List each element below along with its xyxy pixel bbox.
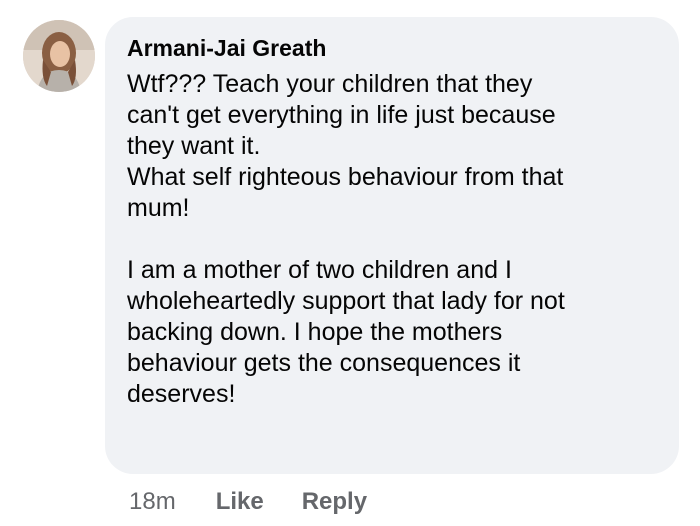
avatar[interactable] xyxy=(23,20,95,92)
timestamp[interactable]: 18m xyxy=(129,487,176,517)
reply-button[interactable]: Reply xyxy=(302,487,367,517)
comment-spacer xyxy=(127,224,659,255)
comment-screen: Armani-Jai Greath Wtf??? Teach your chil… xyxy=(0,0,700,526)
author-name[interactable]: Armani-Jai Greath xyxy=(127,34,659,62)
comment-actions: 18m Like Reply xyxy=(129,487,367,517)
comment-paragraph-1: Wtf??? Teach your children that they can… xyxy=(127,70,564,222)
like-button[interactable]: Like xyxy=(216,487,264,517)
comment-paragraph-2: I am a mother of two children and I whol… xyxy=(127,256,565,408)
profile-photo-icon xyxy=(23,20,95,92)
comment-bubble: Armani-Jai Greath Wtf??? Teach your chil… xyxy=(105,17,679,474)
